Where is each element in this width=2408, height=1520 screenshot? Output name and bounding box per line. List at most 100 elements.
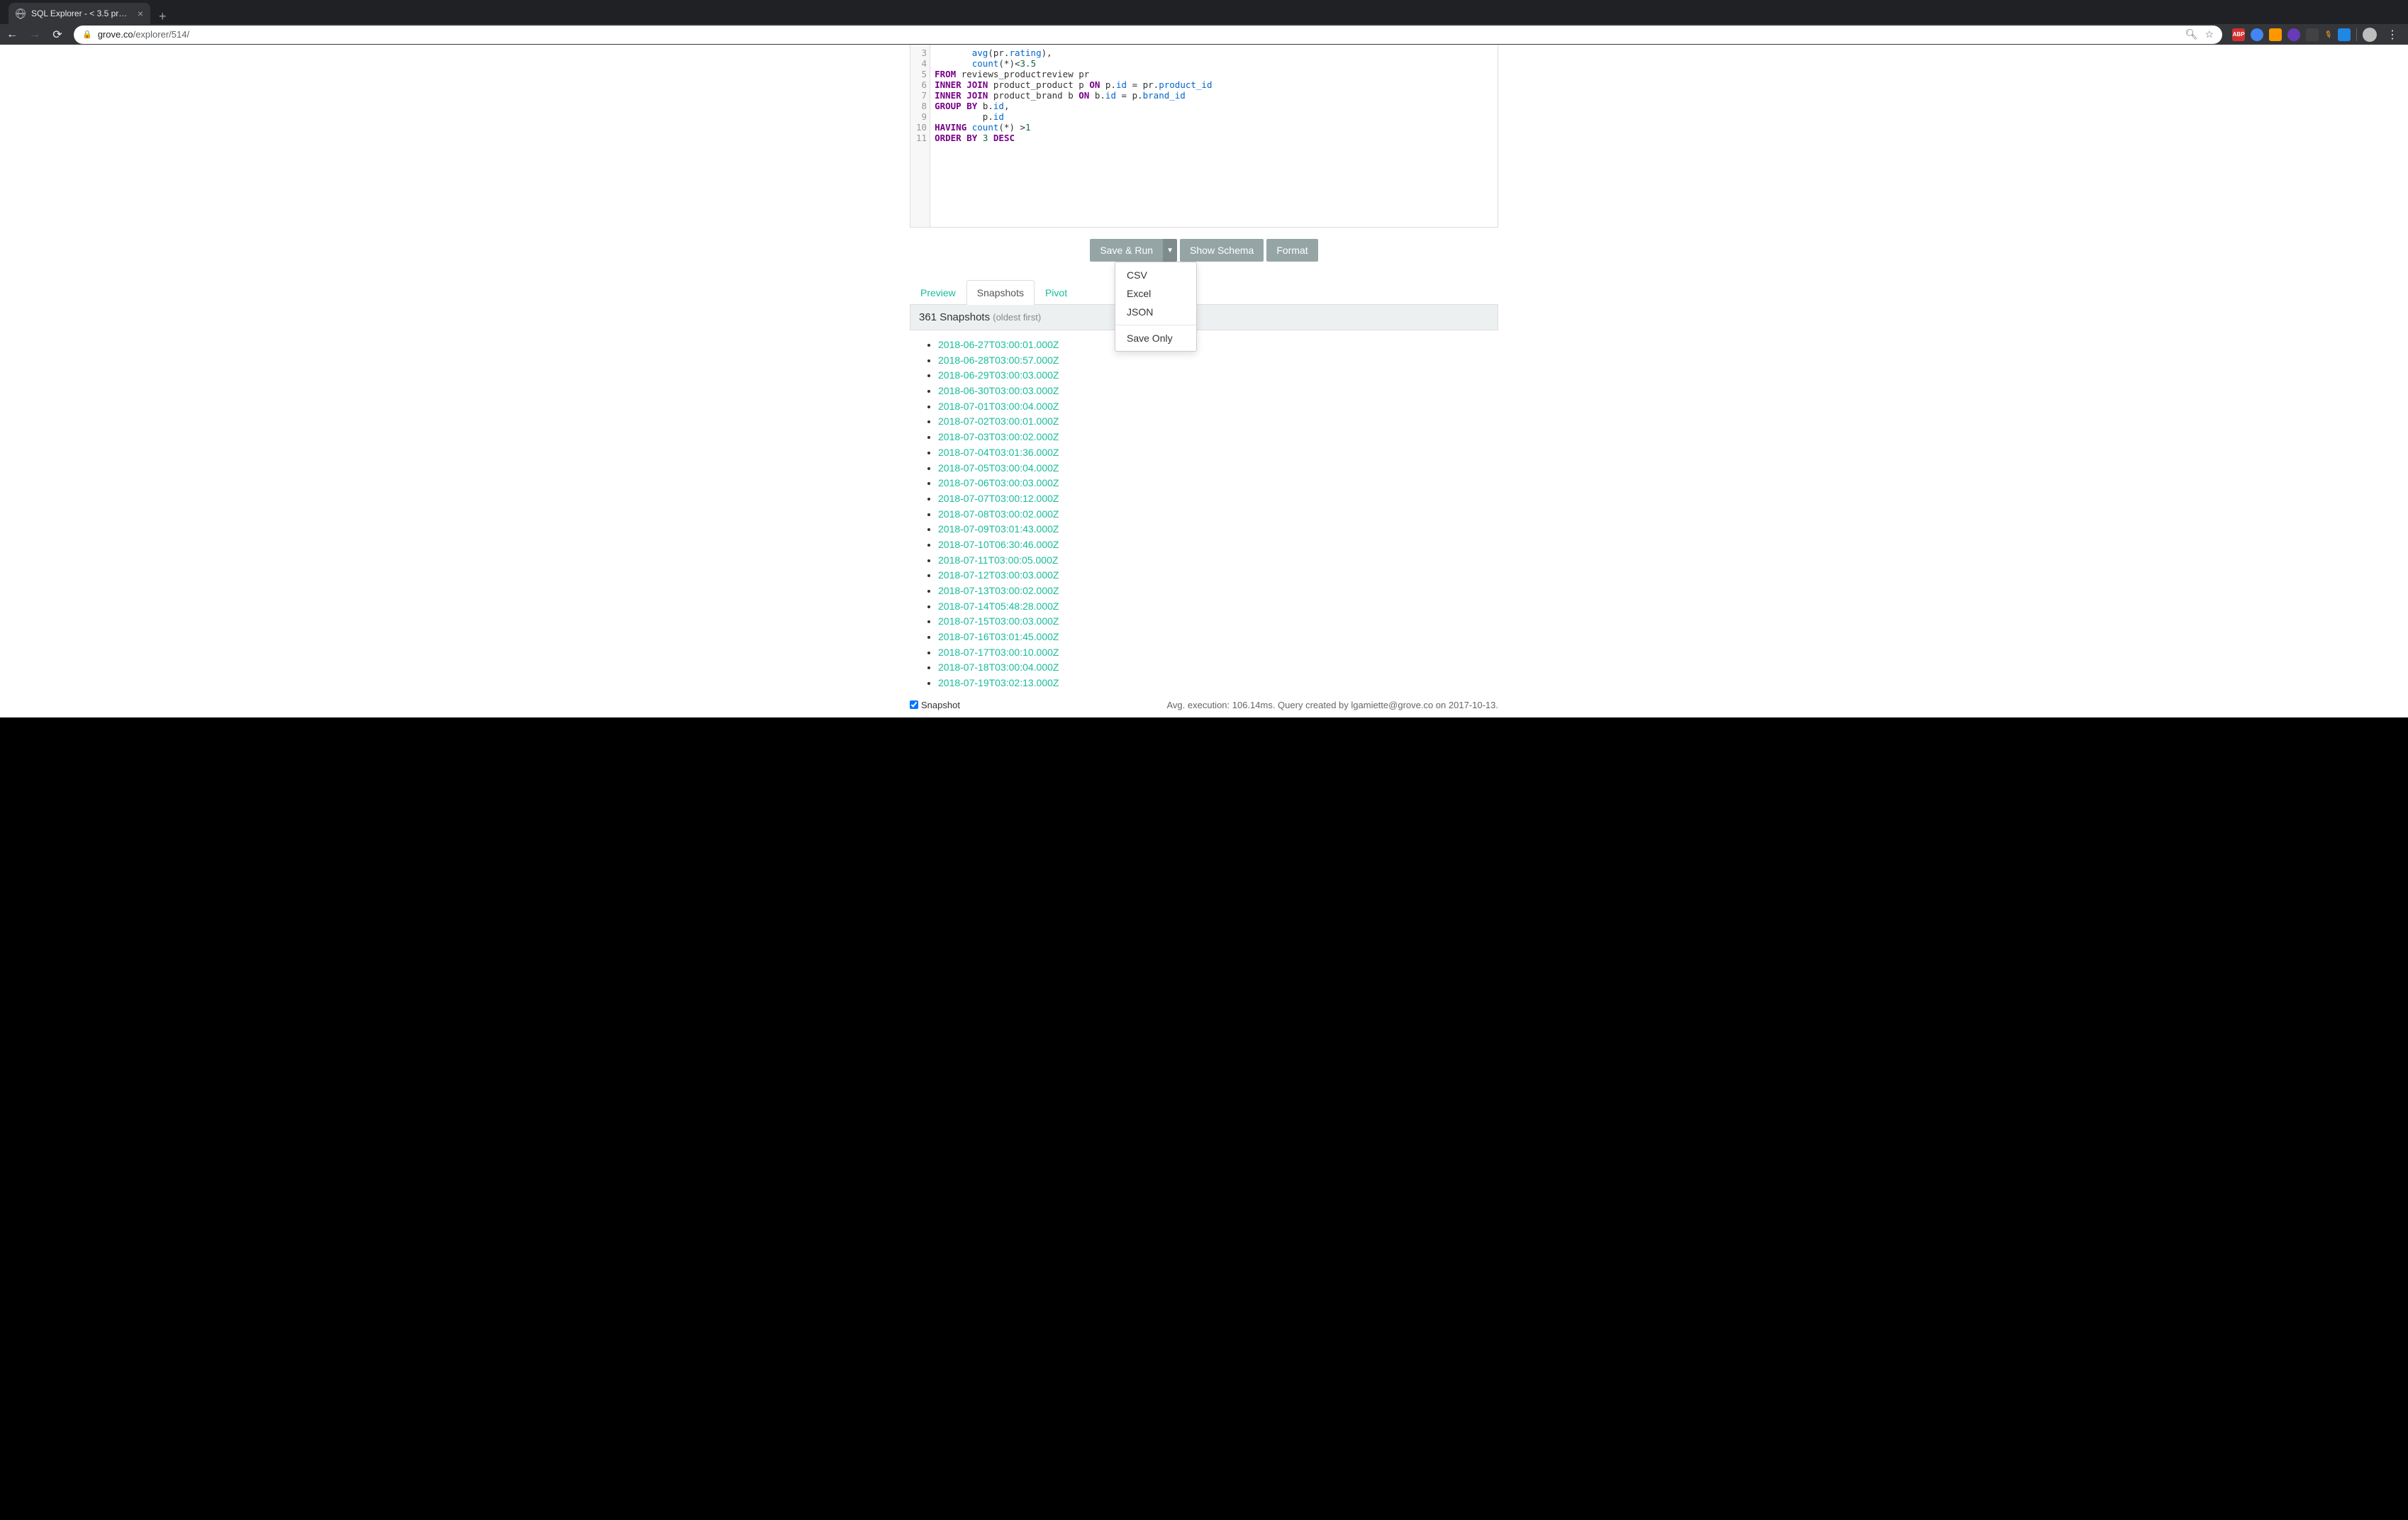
forward-button[interactable]: → <box>28 28 41 41</box>
tab-title: SQL Explorer - < 3.5 product re <box>31 9 132 18</box>
list-item: 2018-07-13T03:00:02.000Z <box>938 583 1498 599</box>
snapshot-link[interactable]: 2018-07-16T03:01:45.000Z <box>938 631 1059 642</box>
editor-code[interactable]: avg(pr.rating), count(*)<3.5FROM reviews… <box>930 45 1216 227</box>
tab-snapshots[interactable]: Snapshots <box>966 280 1035 305</box>
save-run-button-group: Save & Run ▼ <box>1090 239 1177 262</box>
list-item: 2018-06-29T03:00:03.000Z <box>938 368 1498 384</box>
dropdown-json[interactable]: JSON <box>1115 303 1196 321</box>
kebab-menu-icon[interactable]: ⋮ <box>2382 28 2402 42</box>
tab-pivot[interactable]: Pivot <box>1035 280 1078 305</box>
list-item: 2018-07-19T03:02:13.000Z <box>938 676 1498 691</box>
address-bar[interactable]: 🔒 grove.co/explorer/514/ 🔍︎ ☆ <box>74 26 2222 44</box>
editor-gutter: 34567891011 <box>910 45 930 227</box>
list-item: 2018-07-12T03:00:03.000Z <box>938 568 1498 583</box>
list-item: 2018-07-15T03:00:03.000Z <box>938 614 1498 630</box>
list-item: 2018-07-10T06:30:46.000Z <box>938 537 1498 553</box>
snapshot-link[interactable]: 2018-07-12T03:00:03.000Z <box>938 569 1059 581</box>
snapshot-link[interactable]: 2018-07-01T03:00:04.000Z <box>938 401 1059 412</box>
format-button[interactable]: Format <box>1266 239 1317 262</box>
profile-avatar[interactable] <box>2363 28 2377 42</box>
snapshot-checkbox[interactable] <box>910 700 918 709</box>
snapshot-link[interactable]: 2018-07-04T03:01:36.000Z <box>938 447 1059 458</box>
search-icon[interactable]: 🔍︎ <box>2185 28 2198 40</box>
lock-icon: 🔒 <box>82 30 92 39</box>
browser-tab[interactable]: SQL Explorer - < 3.5 product re × <box>9 3 150 24</box>
extension-icon[interactable] <box>2287 28 2300 41</box>
list-item: 2018-07-14T05:48:28.000Z <box>938 599 1498 615</box>
snapshot-link[interactable]: 2018-07-07T03:00:12.000Z <box>938 493 1059 504</box>
reload-button[interactable]: ⟳ <box>51 28 64 42</box>
list-item: 2018-07-09T03:01:43.000Z <box>938 522 1498 537</box>
dropdown-excel[interactable]: Excel <box>1115 284 1196 303</box>
snapshot-link[interactable]: 2018-07-02T03:00:01.000Z <box>938 415 1059 427</box>
list-item: 2018-07-06T03:00:03.000Z <box>938 476 1498 491</box>
url-text: grove.co/explorer/514/ <box>98 29 189 40</box>
snapshots-list: 2018-06-27T03:00:01.000Z 2018-06-28T03:00… <box>910 330 1498 691</box>
dropdown-csv[interactable]: CSV <box>1115 266 1196 284</box>
snapshot-link[interactable]: 2018-07-14T05:48:28.000Z <box>938 600 1059 612</box>
save-run-dropdown: CSV Excel JSON Save Only <box>1115 262 1197 352</box>
list-item: 2018-07-11T03:00:05.000Z <box>938 553 1498 569</box>
snapshot-link[interactable]: 2018-07-11T03:00:05.000Z <box>938 554 1058 566</box>
snapshot-link[interactable]: 2018-07-17T03:00:10.000Z <box>938 647 1059 658</box>
star-icon[interactable]: ☆ <box>2205 28 2214 40</box>
snapshots-count: 361 <box>919 311 937 323</box>
list-item: 2018-07-05T03:00:04.000Z <box>938 461 1498 476</box>
url-path: /explorer/514/ <box>133 29 190 40</box>
snapshot-link[interactable]: 2018-07-03T03:00:02.000Z <box>938 431 1059 442</box>
list-item: 2018-06-28T03:00:57.000Z <box>938 353 1498 369</box>
snapshot-link[interactable]: 2018-07-09T03:01:43.000Z <box>938 523 1059 535</box>
snapshot-link[interactable]: 2018-06-30T03:00:03.000Z <box>938 385 1059 396</box>
snapshots-header: 361 Snapshots (oldest first) <box>910 305 1498 330</box>
list-item: 2018-07-03T03:00:02.000Z <box>938 430 1498 445</box>
snapshot-link[interactable]: 2018-07-08T03:00:02.000Z <box>938 508 1059 520</box>
snapshot-link[interactable]: 2018-06-27T03:00:01.000Z <box>938 339 1059 350</box>
nav-bar: ← → ⟳ 🔒 grove.co/explorer/514/ 🔍︎ ☆ ABP … <box>0 24 2408 45</box>
tab-preview[interactable]: Preview <box>910 280 966 305</box>
new-tab-button[interactable]: + <box>150 9 175 24</box>
snapshot-label-text: Snapshot <box>921 700 960 710</box>
pin-extension-icon[interactable]: ✎ <box>2322 28 2334 41</box>
snapshot-link[interactable]: 2018-07-18T03:00:04.000Z <box>938 661 1059 673</box>
snapshot-link[interactable]: 2018-06-28T03:00:57.000Z <box>938 354 1059 366</box>
divider <box>2356 28 2357 41</box>
save-run-button[interactable]: Save & Run <box>1090 239 1163 262</box>
list-item: 2018-07-07T03:00:12.000Z <box>938 491 1498 507</box>
list-item: 2018-07-04T03:01:36.000Z <box>938 445 1498 461</box>
snapshot-link[interactable]: 2018-07-05T03:00:04.000Z <box>938 462 1059 474</box>
snapshot-checkbox-label[interactable]: Snapshot <box>910 700 960 710</box>
action-bar: Save & Run ▼ Show Schema Format CSV Exce… <box>910 228 1498 273</box>
snapshot-link[interactable]: 2018-06-29T03:00:03.000Z <box>938 369 1059 381</box>
globe-icon <box>16 9 26 18</box>
dropdown-save-only[interactable]: Save Only <box>1115 329 1196 347</box>
page-footer: Snapshot Avg. execution: 106.14ms. Query… <box>910 691 1498 717</box>
list-item: 2018-07-18T03:00:04.000Z <box>938 660 1498 676</box>
close-icon[interactable]: × <box>138 8 143 19</box>
list-item: 2018-06-30T03:00:03.000Z <box>938 384 1498 399</box>
footer-status: Avg. execution: 106.14ms. Query created … <box>1166 700 1498 710</box>
extension-icons: ABP ✎ ⋮ <box>2232 28 2402 42</box>
show-schema-button[interactable]: Show Schema <box>1180 239 1264 262</box>
snapshot-link[interactable]: 2018-07-13T03:00:02.000Z <box>938 585 1059 596</box>
snapshot-link[interactable]: 2018-07-06T03:00:03.000Z <box>938 477 1059 488</box>
bottom-border <box>0 717 2408 725</box>
extension-icon[interactable] <box>2251 28 2263 41</box>
list-item: 2018-07-02T03:00:01.000Z <box>938 414 1498 430</box>
extension-icon[interactable] <box>2269 28 2282 41</box>
list-item: 2018-06-27T03:00:01.000Z <box>938 337 1498 353</box>
abp-extension-icon[interactable]: ABP <box>2232 28 2245 41</box>
browser-chrome: SQL Explorer - < 3.5 product re × + ← → … <box>0 0 2408 45</box>
snapshots-title: Snapshots <box>937 311 993 323</box>
sql-editor[interactable]: 34567891011 avg(pr.rating), count(*)<3.5… <box>910 45 1498 228</box>
back-button[interactable]: ← <box>6 28 18 41</box>
save-run-caret-button[interactable]: ▼ <box>1163 239 1177 262</box>
snapshot-link[interactable]: 2018-07-10T06:30:46.000Z <box>938 539 1059 550</box>
list-item: 2018-07-01T03:00:04.000Z <box>938 399 1498 415</box>
extension-icon[interactable] <box>2306 28 2319 41</box>
page-content: 34567891011 avg(pr.rating), count(*)<3.5… <box>0 45 2408 717</box>
extension-icon[interactable] <box>2338 28 2351 41</box>
snapshot-link[interactable]: 2018-07-19T03:02:13.000Z <box>938 677 1059 688</box>
snapshot-link[interactable]: 2018-07-15T03:00:03.000Z <box>938 615 1059 627</box>
tab-bar: SQL Explorer - < 3.5 product re × + <box>0 0 2408 24</box>
list-item: 2018-07-08T03:00:02.000Z <box>938 507 1498 522</box>
